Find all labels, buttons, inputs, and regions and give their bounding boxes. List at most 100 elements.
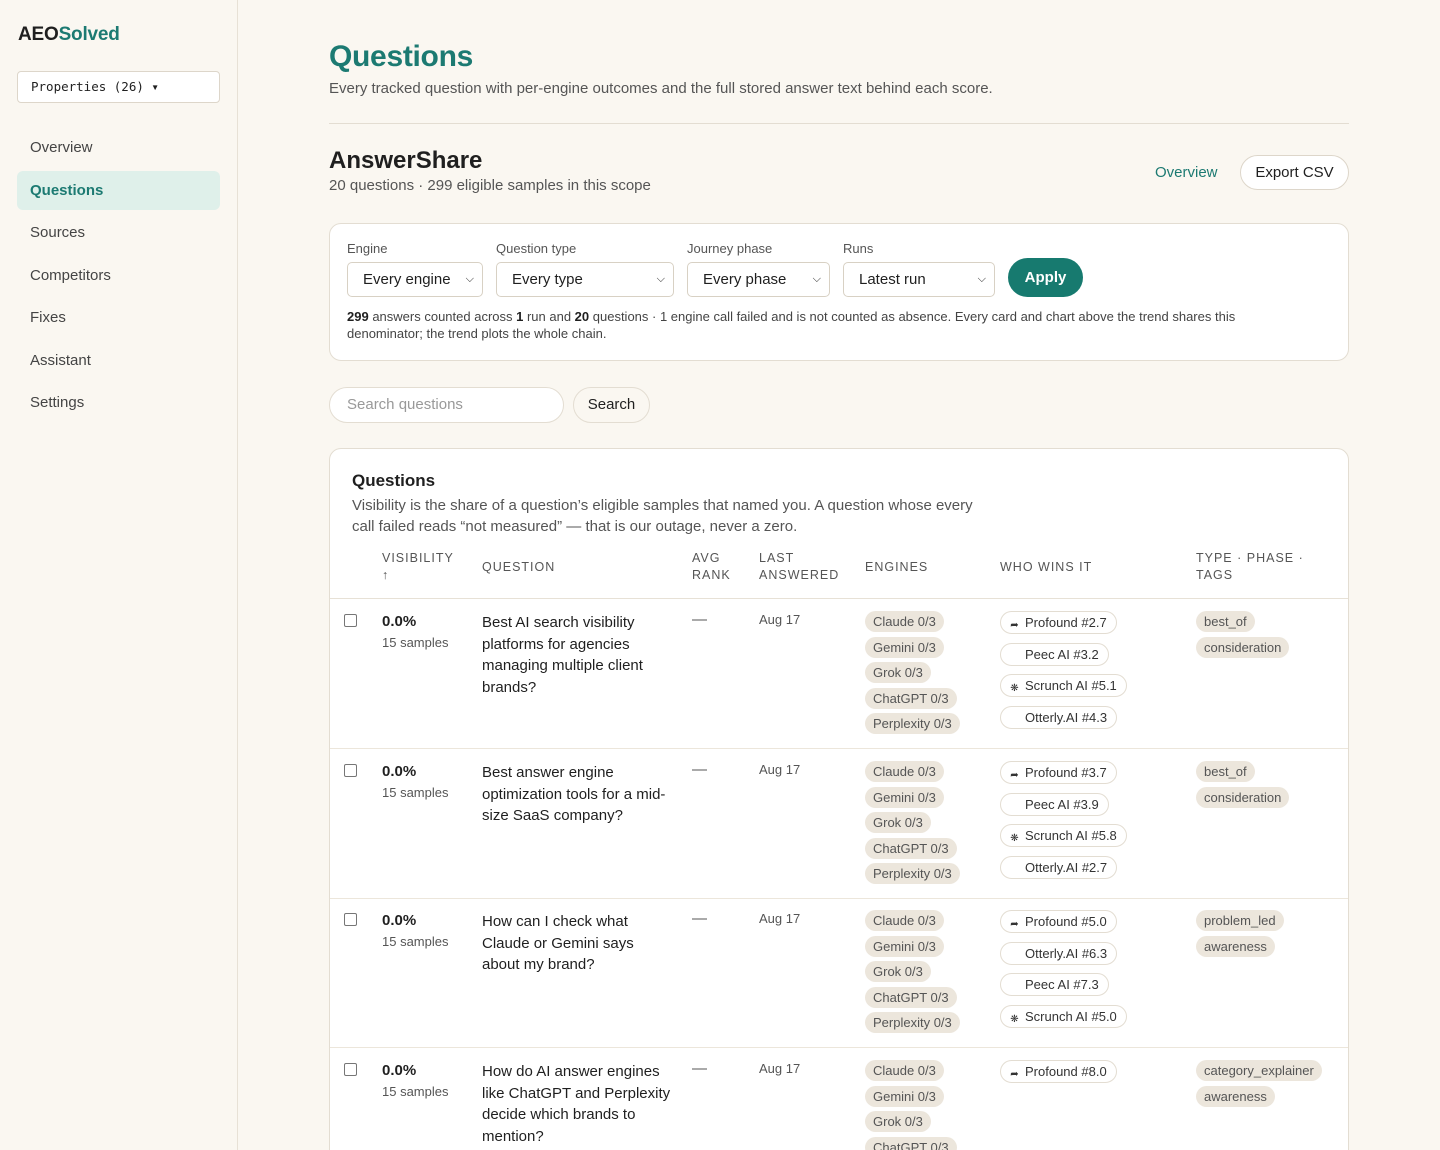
- sidebar-item-competitors[interactable]: Competitors: [17, 256, 220, 295]
- question-text[interactable]: Best AI search visibility platforms for …: [482, 612, 672, 698]
- tag-chip: consideration: [1196, 787, 1290, 808]
- column-header-avg-rank: AVG RANK: [692, 550, 731, 584]
- question-text[interactable]: How do AI answer engines like ChatGPT an…: [482, 1061, 672, 1147]
- competitor-chip-profound[interactable]: ➦ Profound #5.0: [1000, 910, 1117, 933]
- note-answers-count: 299: [347, 309, 369, 324]
- competitor-chip-peec[interactable]: ●Peec AI #7.3: [1000, 973, 1109, 996]
- search-input[interactable]: Search questions: [329, 387, 564, 423]
- question-text[interactable]: Best answer engine optimization tools fo…: [482, 762, 672, 827]
- column-header-who-wins: WHO WINS IT: [1000, 560, 1093, 574]
- samples-count: 15 samples: [382, 785, 449, 800]
- denominator-note: 299 answers counted across 1 run and 20 …: [347, 308, 1307, 342]
- engine-chips: Claude 0/3 Gemini 0/3 Grok 0/3 ChatGPT 0…: [865, 761, 980, 889]
- engine-filter-label: Engine: [347, 241, 388, 256]
- sidebar-item-sources[interactable]: Sources: [17, 213, 220, 252]
- sidebar-item-settings[interactable]: Settings: [17, 383, 220, 422]
- engine-filter-select[interactable]: Every engine ⌵: [347, 262, 483, 297]
- tag-chip: category_explainer: [1196, 1060, 1322, 1081]
- table-row[interactable]: 0.0% 15 samples Best AI search visibilit…: [330, 599, 1348, 749]
- table-row[interactable]: 0.0% 15 samples How can I check what Cla…: [330, 898, 1348, 1048]
- properties-dropdown[interactable]: Properties (26) ▾: [17, 71, 220, 103]
- apply-button[interactable]: Apply: [1008, 258, 1083, 297]
- profound-icon: ➦: [1010, 1069, 1019, 1080]
- sidebar-item-assistant[interactable]: Assistant: [17, 341, 220, 380]
- competitor-chip-peec[interactable]: ●Peec AI #3.9: [1000, 792, 1109, 816]
- competitor-chips: ➦ Profound #5.0 ●Otterly.AI #6.3 ●Peec AI…: [1000, 910, 1180, 1036]
- row-select-checkbox[interactable]: [344, 764, 357, 777]
- engine-chip-grok: Grok 0/3: [865, 662, 931, 683]
- visibility-header-label: VISIBILITY: [382, 551, 454, 565]
- page-subtitle: Every tracked question with per-engine o…: [329, 80, 993, 97]
- column-header-visibility[interactable]: VISIBILITY ↑: [382, 550, 454, 584]
- competitor-chip-otterly[interactable]: ●Otterly.AI #2.7: [1000, 855, 1118, 879]
- sidebar-item-questions[interactable]: Questions: [17, 170, 220, 210]
- journey-phase-filter-select[interactable]: Every phase ⌵: [687, 262, 830, 297]
- export-csv-button[interactable]: Export CSV: [1240, 155, 1349, 190]
- engine-chip-gemini: Gemini 0/3: [865, 786, 944, 808]
- journey-phase-filter-value: Every phase: [703, 271, 787, 288]
- sidebar-item-overview[interactable]: Overview: [17, 128, 220, 167]
- engine-chip-grok: Grok 0/3: [865, 1111, 931, 1132]
- profound-icon: ➦: [1010, 620, 1019, 631]
- question-text[interactable]: How can I check what Claude or Gemini sa…: [482, 911, 672, 976]
- row-select-checkbox[interactable]: [344, 1063, 357, 1076]
- engine-chip-chatgpt: ChatGPT 0/3: [865, 687, 957, 709]
- brand-logo[interactable]: AEOSolved: [18, 24, 120, 46]
- search-button[interactable]: Search: [573, 387, 650, 423]
- type-header-line-2: TAGS: [1196, 568, 1234, 582]
- column-header-type-phase-tags: TYPE · PHASE · TAGS: [1196, 550, 1304, 584]
- visibility-value: 0.0%: [382, 763, 417, 780]
- competitor-label: Profound #5.0: [1025, 914, 1107, 929]
- tag-chip: awareness: [1196, 936, 1275, 957]
- avg-rank-value: —: [692, 1060, 707, 1077]
- competitor-label: Scrunch AI #5.1: [1025, 678, 1117, 693]
- competitor-label: Otterly.AI #2.7: [1025, 859, 1108, 875]
- question-type-filter-select[interactable]: Every type ⌵: [496, 262, 674, 297]
- note-text-2: run and: [523, 309, 575, 324]
- visibility-value: 0.0%: [382, 613, 417, 630]
- last-answered-header-line-2: ANSWERED: [759, 568, 840, 582]
- competitor-chip-profound[interactable]: ➦ Profound #8.0: [1000, 1060, 1117, 1083]
- tag-chips: best_of consideration: [1196, 761, 1346, 813]
- competitor-chip-otterly[interactable]: ●Otterly.AI #4.3: [1000, 705, 1118, 729]
- competitor-chip-profound[interactable]: ➦ Profound #2.7: [1000, 611, 1117, 634]
- row-select-checkbox[interactable]: [344, 614, 357, 627]
- competitor-chip-profound[interactable]: ➦ Profound #3.7: [1000, 761, 1117, 784]
- engine-chip-chatgpt: ChatGPT 0/3: [865, 1136, 957, 1150]
- row-select-checkbox[interactable]: [344, 913, 357, 926]
- competitor-chip-otterly[interactable]: ●Otterly.AI #6.3: [1000, 941, 1118, 965]
- competitor-chip-scrunch[interactable]: ❋ Scrunch AI #5.1: [1000, 674, 1127, 697]
- tag-chip: awareness: [1196, 1086, 1275, 1107]
- competitor-label: Peec AI #7.3: [1025, 977, 1099, 992]
- column-header-last-answered: LAST ANSWERED: [759, 550, 839, 584]
- chevron-down-icon: ⌵: [977, 273, 986, 285]
- competitor-chip-peec[interactable]: ●Peec AI #3.2: [1000, 642, 1109, 666]
- engine-chip-gemini: Gemini 0/3: [865, 935, 944, 957]
- avg-rank-header-line-2: RANK: [692, 568, 731, 582]
- visibility-value: 0.0%: [382, 912, 417, 929]
- sidebar: AEOSolved Properties (26) ▾ Overview Que…: [0, 0, 238, 1150]
- brand-part-2: Solved: [58, 24, 120, 45]
- journey-phase-filter-label: Journey phase: [687, 241, 773, 256]
- engine-chip-perplexity: Perplexity 0/3: [865, 1012, 960, 1033]
- type-header-line-1: TYPE · PHASE ·: [1196, 551, 1304, 565]
- table-row[interactable]: 0.0% 15 samples Best answer engine optim…: [330, 749, 1348, 899]
- engine-chips: Claude 0/3 Gemini 0/3 Grok 0/3 ChatGPT 0…: [865, 910, 980, 1038]
- overview-link[interactable]: Overview: [1155, 164, 1218, 181]
- sidebar-item-fixes[interactable]: Fixes: [17, 298, 220, 337]
- samples-count: 15 samples: [382, 934, 449, 949]
- competitor-label: Peec AI #3.9: [1025, 796, 1099, 812]
- engine-chips: Claude 0/3 Gemini 0/3 Grok 0/3 ChatGPT 0…: [865, 611, 980, 739]
- competitor-chip-scrunch[interactable]: ❋ Scrunch AI #5.8: [1000, 824, 1127, 847]
- tag-chip: consideration: [1196, 637, 1290, 658]
- sort-arrow-icon: ↑: [382, 568, 390, 582]
- competitor-label: Scrunch AI #5.8: [1025, 828, 1117, 843]
- tag-chip: best_of: [1196, 761, 1255, 782]
- runs-filter-select[interactable]: Latest run ⌵: [843, 262, 995, 297]
- questions-table-title: Questions: [352, 471, 436, 490]
- scrunch-icon: ❋: [1010, 683, 1019, 694]
- tag-chip: best_of: [1196, 611, 1255, 632]
- table-row[interactable]: 0.0% 15 samples How do AI answer engines…: [330, 1048, 1348, 1150]
- competitor-chip-scrunch[interactable]: ❋ Scrunch AI #5.0: [1000, 1004, 1127, 1028]
- competitor-label: Otterly.AI #6.3: [1025, 945, 1108, 961]
